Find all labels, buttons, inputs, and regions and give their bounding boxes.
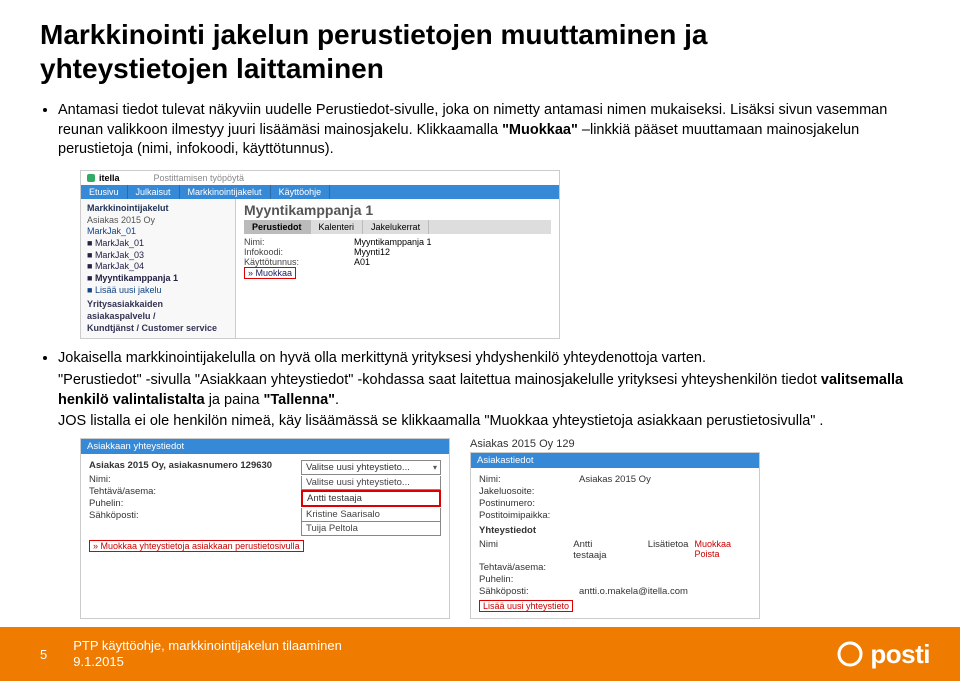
footer-bar: 5 PTP käyttöohje, markkinointijakelun ti… [0, 627, 960, 681]
sidebar-item[interactable]: MarkJak_01 [95, 238, 144, 248]
page-title: Markkinointi jakelun perustietojen muutt… [40, 18, 920, 85]
sidebar: Markkinointijakelut Asiakas 2015 Oy Mark… [81, 199, 236, 339]
sub-tab-jakelukerrat[interactable]: Jakelukerrat [363, 220, 429, 234]
sidebar-footer-1: Yritysasiakkaiden asiakaspalvelu / [87, 299, 229, 322]
sidebar-add-link[interactable]: Lisää uusi jakelu [95, 285, 162, 295]
top-tabs: Etusivu Julkaisut Markkinointijakelut Kä… [81, 185, 559, 199]
sidebar-item[interactable]: MarkJak_03 [95, 250, 144, 260]
bullet-2: Jokaisella markkinointijakelulla on hyvä… [58, 349, 920, 369]
posti-logo: posti [836, 639, 930, 670]
posti-logo-text: posti [870, 639, 930, 670]
logo-dot-icon [87, 174, 95, 182]
bullet-1: Antamasi tiedot tulevat näkyviin uudelle… [58, 101, 920, 160]
brand-label: itella [99, 173, 120, 183]
customer-top-label: Asiakas 2015 Oy 129 [470, 438, 760, 450]
tab-markkinointijakelut[interactable]: Markkinointijakelut [180, 185, 271, 199]
bullet-list-1: Antamasi tiedot tulevat näkyviin uudelle… [40, 101, 920, 160]
sidebar-item-active[interactable]: Myyntikamppanja 1 [95, 273, 178, 283]
sidebar-item[interactable]: MarkJak_04 [95, 261, 144, 271]
tab-kayttoohje[interactable]: Käyttöohje [271, 185, 331, 199]
title-line-1: Markkinointi jakelun perustietojen muutt… [40, 19, 707, 50]
sidebar-customer: Asiakas 2015 Oy [87, 215, 229, 227]
posti-logo-icon [836, 640, 864, 668]
select-option[interactable]: Tuija Peltola [301, 522, 441, 536]
panel-bar: Asiakkaan yhteystiedot [81, 439, 449, 454]
bullet-3: "Perustiedot" -sivulla "Asiakkaan yhteys… [58, 371, 920, 410]
footer-line-1: PTP käyttöohje, markkinointijakelun tila… [73, 638, 342, 654]
contact-select[interactable]: Valitse uusi yhteystieto... ▾ [301, 460, 441, 475]
add-contact-link[interactable]: Lisää uusi yhteystieto [479, 600, 573, 612]
sub-tabs: Perustiedot Kalenteri Jakelukerrat [244, 220, 551, 234]
sidebar-footer-2: Kundtjänst / Customer service [87, 323, 229, 335]
screenshot-itella: itella Postittamisen työpöytä Etusivu Ju… [80, 170, 560, 340]
select-option[interactable]: Kristine Saarisalo [301, 508, 441, 522]
select-option[interactable]: Valitse uusi yhteystieto... [301, 476, 441, 490]
sidebar-header: Markkinointijakelut [87, 203, 229, 215]
footer-line-2: 9.1.2015 [73, 654, 342, 670]
chevron-down-icon: ▾ [433, 463, 437, 472]
panel-bar: Asiakastiedot [471, 453, 759, 468]
title-line-2: yhteystietojen laittaminen [40, 53, 384, 84]
sub-tab-perustiedot[interactable]: Perustiedot [244, 220, 311, 234]
main-title: Myyntikamppanja 1 [244, 202, 551, 218]
bullet-list-2: Jokaisella markkinointijakelulla on hyvä… [40, 349, 920, 431]
row-actions[interactable]: Muokkaa Poista [694, 539, 751, 561]
sidebar-item[interactable]: MarkJak_01 [87, 226, 229, 238]
tab-etusivu[interactable]: Etusivu [81, 185, 128, 199]
bullet-4: JOS listalla ei ole henkilön nimeä, käy … [58, 412, 920, 432]
customer-header: Asiakas 2015 Oy, asiakasnumero 129630 [89, 460, 289, 471]
sub-tab-kalenteri[interactable]: Kalenteri [311, 220, 364, 234]
edit-contacts-link[interactable]: » Muokkaa yhteystietoja asiakkaan perust… [89, 540, 304, 552]
tab-julkaisut[interactable]: Julkaisut [128, 185, 180, 199]
select-option-highlight[interactable]: Antti testaaja [301, 490, 441, 507]
screenshot-contact-right: Asiakas 2015 Oy 129 Asiakastiedot Nimi:A… [470, 438, 760, 619]
yhteystiedot-header: Yhteystiedot [479, 525, 751, 536]
workspace-label: Postittamisen työpöytä [154, 173, 245, 183]
muokkaa-link[interactable]: » Muokkaa [244, 267, 296, 279]
screenshot-contact-left: Asiakkaan yhteystiedot Asiakas 2015 Oy, … [80, 438, 450, 619]
page-number: 5 [40, 647, 47, 662]
